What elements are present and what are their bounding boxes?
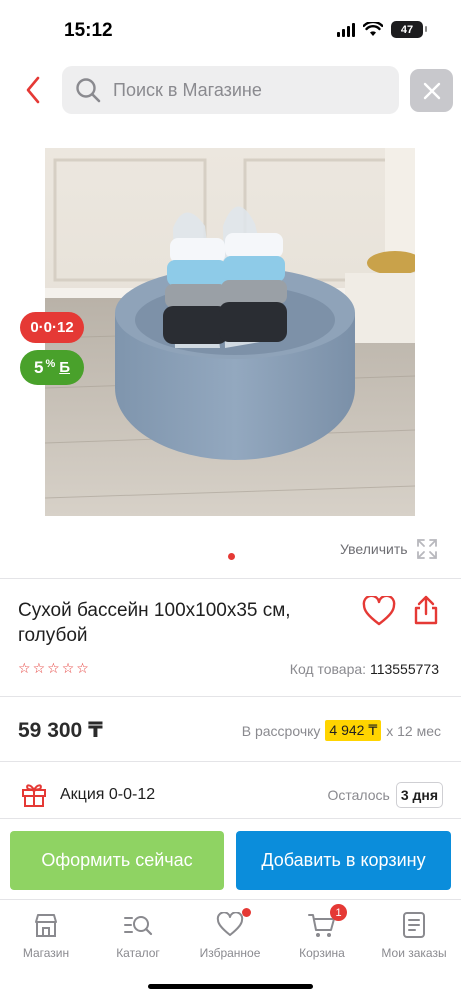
tab-label: Корзина bbox=[299, 946, 345, 960]
divider bbox=[0, 696, 461, 697]
checkout-now-button[interactable]: Оформить сейчас bbox=[10, 831, 224, 890]
installment-amount: 4 942 ₸ bbox=[325, 720, 382, 741]
star-icon: ☆ bbox=[76, 660, 89, 676]
remaining-days: 3 дня bbox=[395, 782, 443, 808]
favorites-indicator-dot bbox=[242, 908, 251, 917]
zoom-button[interactable]: Увеличить bbox=[340, 538, 438, 560]
zoom-label: Увеличить bbox=[340, 541, 408, 557]
status-icons: 47 bbox=[337, 21, 427, 38]
gift-icon bbox=[22, 784, 46, 807]
installment-prefix: В рассрочку bbox=[241, 722, 321, 739]
favorite-button[interactable] bbox=[362, 594, 398, 628]
tab-my-orders[interactable]: Мои заказы bbox=[368, 910, 460, 960]
installment-suffix: х 12 мес bbox=[386, 722, 441, 739]
battery-icon: 47 bbox=[391, 21, 427, 38]
heart-icon bbox=[362, 594, 396, 626]
tab-label: Мои заказы bbox=[381, 946, 447, 960]
sku-value: 113555773 bbox=[369, 661, 439, 677]
divider bbox=[0, 818, 461, 819]
star-icon: ☆ bbox=[32, 660, 46, 676]
promo-label[interactable]: Акция 0-0-12 bbox=[60, 786, 155, 804]
installment-info[interactable]: В рассрочку 4 942 ₸ х 12 мес bbox=[242, 720, 441, 741]
search-icon bbox=[76, 78, 101, 103]
star-icon: ☆ bbox=[61, 660, 75, 676]
product-photo bbox=[45, 148, 415, 516]
expand-icon bbox=[416, 539, 437, 559]
tab-store[interactable]: Магазин bbox=[0, 910, 92, 960]
wifi-icon bbox=[363, 22, 383, 36]
chevron-left-icon bbox=[26, 76, 40, 104]
tab-favorites[interactable]: Избранное bbox=[184, 908, 276, 960]
search-placeholder: Поиск в Магазине bbox=[113, 79, 262, 100]
search-input[interactable]: Поиск в Магазине bbox=[62, 66, 399, 114]
bonus-unit: % bbox=[45, 357, 56, 370]
back-button[interactable] bbox=[18, 74, 48, 106]
divider bbox=[0, 578, 461, 579]
cellular-signal-icon bbox=[337, 22, 355, 37]
product-sku: Код товара: 113555773 bbox=[290, 661, 439, 677]
catalog-search-icon bbox=[123, 910, 153, 940]
product-image[interactable] bbox=[45, 148, 415, 516]
status-bar: 15:12 47 bbox=[0, 0, 461, 58]
battery-level: 47 bbox=[400, 23, 414, 36]
add-to-cart-button[interactable]: Добавить в корзину bbox=[236, 831, 451, 890]
product-price: 59 300 ₸ bbox=[18, 719, 103, 742]
bonus-sign: Б bbox=[59, 359, 71, 376]
star-icon: ☆ bbox=[18, 660, 31, 676]
star-icon: ☆ bbox=[47, 660, 60, 676]
installment-badge: 0·0·12 bbox=[20, 312, 84, 343]
image-pager-dot[interactable] bbox=[228, 553, 235, 560]
tab-label: Магазин bbox=[22, 946, 70, 960]
share-button[interactable] bbox=[412, 594, 442, 628]
share-icon bbox=[414, 595, 438, 625]
tab-label: Избранное bbox=[199, 946, 261, 960]
status-time: 15:12 bbox=[64, 20, 113, 41]
sku-label: Код товара: bbox=[289, 661, 367, 677]
close-icon bbox=[423, 82, 440, 99]
home-indicator bbox=[148, 984, 313, 989]
tab-label: Каталог bbox=[116, 946, 160, 960]
bonus-badge: 5% Б bbox=[20, 350, 84, 385]
tab-cart[interactable]: 1 Корзина bbox=[276, 904, 368, 960]
bonus-value: 5 bbox=[33, 357, 44, 377]
heart-icon bbox=[215, 908, 251, 940]
cart-icon: 1 bbox=[307, 904, 347, 940]
divider bbox=[0, 761, 461, 762]
tab-catalog[interactable]: Каталог bbox=[92, 910, 184, 960]
promo-remaining: Осталось 3 дня bbox=[327, 782, 443, 808]
cart-count-badge: 1 bbox=[330, 904, 347, 921]
rating-stars[interactable]: ☆ ☆ ☆ ☆ ☆ bbox=[18, 661, 89, 675]
orders-icon bbox=[399, 910, 429, 940]
product-title: Сухой бассейн 100х100х35 см, голубой bbox=[18, 600, 291, 646]
clear-search-button[interactable] bbox=[410, 69, 453, 112]
store-icon bbox=[31, 910, 61, 940]
remaining-label: Осталось bbox=[327, 787, 390, 803]
